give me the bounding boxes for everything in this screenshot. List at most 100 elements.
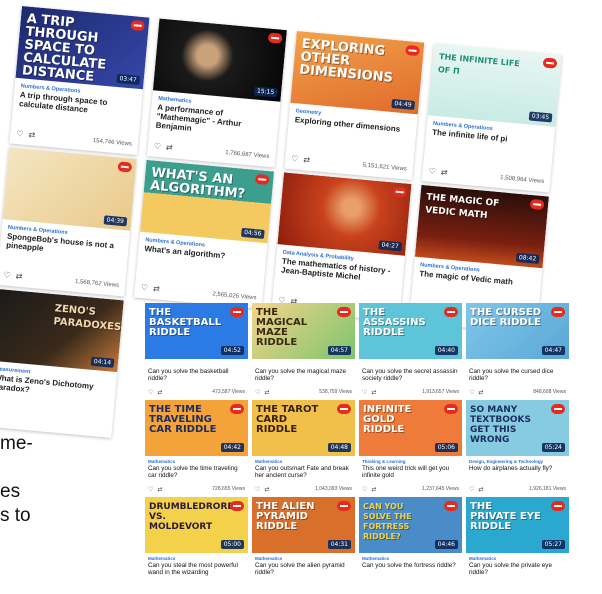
video-thumbnail[interactable]: The alien pyramid riddle 04:31: [252, 497, 355, 553]
video-thumbnail[interactable]: The time traveling car riddle 04:42: [145, 400, 248, 456]
video-thumbnail[interactable]: What's an algorithm? 04:56: [140, 159, 275, 244]
video-card[interactable]: The time traveling car riddle 04:42 Math…: [145, 400, 248, 497]
video-thumbnail[interactable]: The assassins riddle 04:40: [359, 303, 462, 359]
video-thumbnail[interactable]: 04:27: [277, 172, 412, 256]
video-card[interactable]: The magical maze riddle 04:57 Can you so…: [252, 303, 355, 400]
share-icon[interactable]: ⇄: [157, 389, 162, 396]
video-title[interactable]: Can you steal the most powerful wand in …: [148, 562, 245, 577]
video-card[interactable]: 04:27 Data Analysis & Probability The ma…: [271, 172, 412, 322]
video-thumbnail[interactable]: A trip through space to calculate distan…: [15, 6, 150, 90]
video-title[interactable]: This one weird trick will get you infini…: [362, 465, 459, 480]
share-icon[interactable]: ⇄: [157, 486, 162, 493]
video-title[interactable]: Can you outsmart Fate and break her anci…: [255, 465, 352, 480]
share-icon[interactable]: ⇄: [478, 486, 483, 493]
view-count: 1,043,093 Views: [315, 486, 352, 492]
video-card[interactable]: 15:15 Mathematics A performance of "Math…: [146, 18, 287, 168]
heart-icon[interactable]: ♡: [3, 270, 11, 280]
video-category: Mathematics: [148, 556, 176, 561]
heart-icon[interactable]: ♡: [141, 283, 149, 293]
video-card[interactable]: 04:39 Numbers & Operations SpongeBob's h…: [0, 147, 137, 297]
video-title[interactable]: Can you solve the time traveling car rid…: [148, 465, 245, 480]
share-icon[interactable]: ⇄: [371, 389, 376, 396]
video-thumbnail[interactable]: The magic of Vedic math 08:42: [414, 184, 549, 269]
video-card[interactable]: Exploring other dimensions 04:49 Geometr…: [284, 31, 425, 181]
share-icon[interactable]: ⇄: [15, 272, 22, 282]
view-count: 1,568,762 Views: [74, 278, 120, 289]
video-thumbnail[interactable]: The basketball riddle 04:52: [145, 303, 248, 359]
share-icon[interactable]: ⇄: [264, 486, 269, 493]
video-thumbnail[interactable]: Drumbledrore vs. Moldevort 05:00: [145, 497, 248, 553]
heart-icon[interactable]: ♡: [428, 167, 436, 177]
video-thumbnail[interactable]: The tarot card riddle 04:48: [252, 400, 355, 456]
thumbnail-title: The magical maze riddle: [256, 307, 308, 348]
share-icon[interactable]: ⇄: [264, 389, 269, 396]
video-title[interactable]: Can you solve the basketball riddle?: [148, 368, 245, 383]
heart-icon[interactable]: ♡: [148, 486, 153, 493]
video-card[interactable]: Zeno's paradoxes 04:14 Measurement What …: [0, 288, 124, 438]
video-title[interactable]: Can you solve the secret assassin societ…: [362, 368, 459, 383]
heart-icon[interactable]: ♡: [362, 389, 367, 396]
ted-ed-badge-icon: [230, 404, 244, 414]
video-card[interactable]: A trip through space to calculate distan…: [9, 6, 150, 156]
video-category: Mathematics: [148, 459, 176, 464]
ted-ed-badge-icon: [444, 501, 458, 511]
video-card[interactable]: So many textbooks get this wrong 05:24 D…: [466, 400, 569, 497]
video-card[interactable]: Infinite gold riddle 05:06 Thinking & Le…: [359, 400, 462, 497]
video-thumbnail[interactable]: The private eye riddle 05:27: [466, 497, 569, 553]
heart-icon[interactable]: ♡: [153, 142, 161, 152]
video-thumbnail[interactable]: Zeno's paradoxes 04:14: [0, 288, 124, 373]
ted-ed-badge-icon: [267, 32, 283, 44]
heart-icon[interactable]: ♡: [255, 389, 260, 396]
video-card[interactable]: The cursed dice riddle 04:47 Can you sol…: [466, 303, 569, 400]
video-card[interactable]: What's an algorithm? 04:56 Numbers & Ope…: [134, 159, 275, 309]
video-thumbnail[interactable]: 04:39: [2, 147, 137, 231]
share-icon[interactable]: ⇄: [440, 168, 447, 178]
share-icon[interactable]: ⇄: [303, 155, 310, 165]
video-thumbnail[interactable]: Infinite gold riddle 05:06: [359, 400, 462, 456]
heart-icon[interactable]: ♡: [469, 486, 474, 493]
video-duration: 04:42: [220, 443, 244, 452]
heart-icon[interactable]: ♡: [148, 389, 153, 396]
share-icon[interactable]: ⇄: [28, 130, 35, 140]
video-card[interactable]: Drumbledrore vs. Moldevort 05:00 Mathema…: [145, 497, 248, 594]
video-duration: 04:52: [220, 346, 244, 355]
ted-ed-badge-icon: [542, 57, 558, 69]
video-duration: 04:14: [90, 356, 115, 368]
video-title[interactable]: Can you solve the cursed dice riddle?: [469, 368, 566, 383]
thumbnail-title: Zeno's paradoxes: [53, 303, 122, 334]
share-icon[interactable]: ⇄: [166, 143, 173, 153]
video-thumbnail[interactable]: The magical maze riddle 04:57: [252, 303, 355, 359]
heart-icon[interactable]: ♡: [291, 154, 299, 164]
video-title[interactable]: Can you solve the private eye riddle?: [469, 562, 566, 577]
video-title[interactable]: Can you solve the magical maze riddle?: [255, 368, 352, 383]
video-card[interactable]: The tarot card riddle 04:48 Mathematics …: [252, 400, 355, 497]
video-thumbnail[interactable]: Exploring other dimensions 04:49: [290, 31, 425, 115]
heart-icon[interactable]: ♡: [469, 389, 474, 396]
heart-icon[interactable]: ♡: [16, 129, 24, 139]
video-title[interactable]: How do airplanes actually fly?: [469, 465, 566, 480]
heart-icon[interactable]: ♡: [362, 486, 367, 493]
thumbnail-title: The alien pyramid riddle: [256, 501, 315, 532]
video-title[interactable]: Can you solve the alien pyramid riddle?: [255, 562, 352, 577]
video-card[interactable]: The alien pyramid riddle 04:31 Mathemati…: [252, 497, 355, 594]
video-card[interactable]: The assassins riddle 04:40 Can you solve…: [359, 303, 462, 400]
video-thumbnail[interactable]: Can you solve the fortress riddle? 04:46: [359, 497, 462, 553]
ted-ed-badge-icon: [337, 501, 351, 511]
video-card[interactable]: The infinite life of π 03:45 Numbers & O…: [421, 43, 562, 193]
ted-ed-badge-icon: [254, 173, 270, 186]
share-icon[interactable]: ⇄: [371, 486, 376, 493]
video-thumbnail[interactable]: The cursed dice riddle 04:47: [466, 303, 569, 359]
video-card[interactable]: Can you solve the fortress riddle? 04:46…: [359, 497, 462, 594]
video-duration: 04:39: [103, 215, 128, 227]
video-card[interactable]: The private eye riddle 05:27 Mathematics…: [466, 497, 569, 594]
video-thumbnail[interactable]: The infinite life of π 03:45: [427, 43, 562, 127]
video-card[interactable]: The basketball riddle 04:52 Can you solv…: [145, 303, 248, 400]
share-icon[interactable]: ⇄: [478, 389, 483, 396]
ted-ed-badge-icon: [551, 501, 565, 511]
video-title[interactable]: Can you solve the fortress riddle?: [362, 562, 459, 577]
video-thumbnail[interactable]: So many textbooks get this wrong 05:24: [466, 400, 569, 456]
slide-text-line: es: [0, 481, 21, 502]
share-icon[interactable]: ⇄: [153, 284, 160, 294]
video-thumbnail[interactable]: 15:15: [152, 18, 287, 102]
heart-icon[interactable]: ♡: [255, 486, 260, 493]
